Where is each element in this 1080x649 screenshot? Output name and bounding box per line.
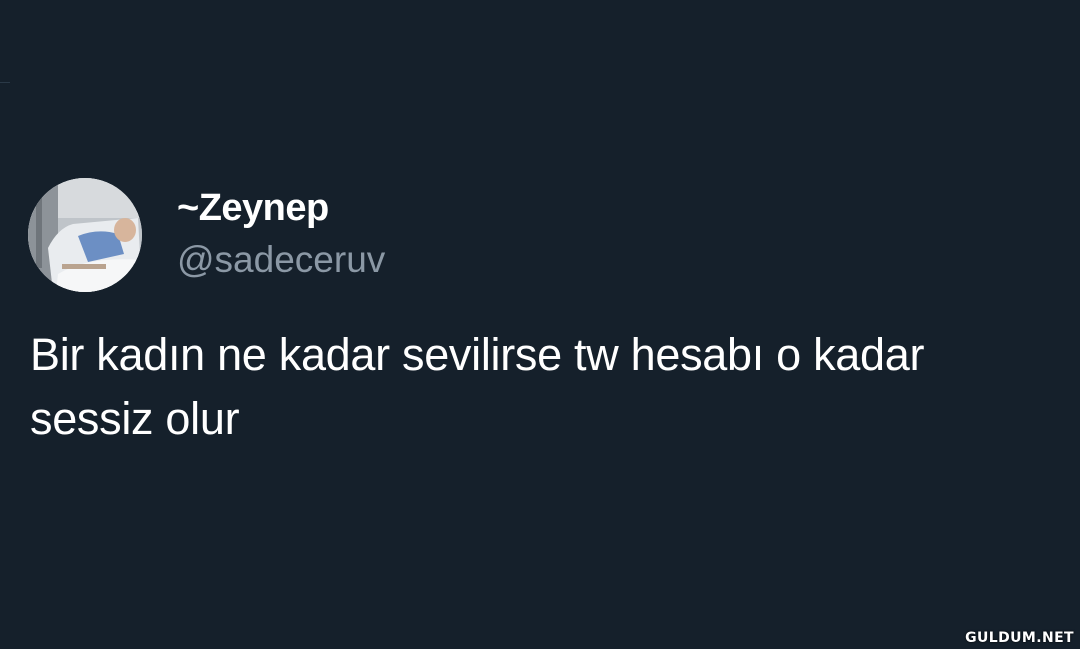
display-name[interactable]: ~Zeynep bbox=[177, 186, 329, 230]
user-handle[interactable]: @sadeceruv bbox=[177, 238, 385, 282]
tweet-card: ~Zeynep @sadeceruv Bir kadın ne kadar se… bbox=[0, 0, 1080, 649]
tweet-text: Bir kadın ne kadar sevilirse tw hesabı o… bbox=[30, 329, 925, 444]
watermark: GULDUM.NET bbox=[965, 630, 1074, 646]
edge-line bbox=[0, 82, 10, 83]
profile-photo-icon bbox=[28, 178, 142, 292]
avatar[interactable] bbox=[28, 178, 142, 292]
